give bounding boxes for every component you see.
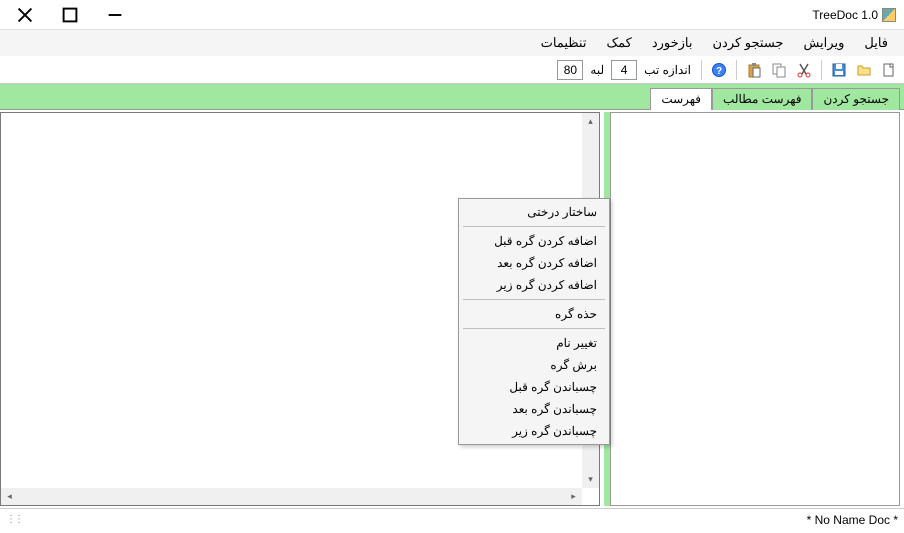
- horizontal-scrollbar[interactable]: ◂ ▸: [1, 488, 582, 505]
- help-icon: ?: [711, 62, 727, 78]
- window-controls: [2, 1, 137, 29]
- app-icon: [882, 8, 896, 22]
- ctx-paste-before[interactable]: چسباندن گره قبل: [461, 376, 607, 398]
- titlebar: TreeDoc 1.0: [0, 0, 904, 30]
- scroll-right-icon[interactable]: ▸: [565, 488, 582, 505]
- tab-index[interactable]: فهرست: [650, 88, 712, 110]
- menu-file[interactable]: فایل: [854, 31, 898, 55]
- side-panel[interactable]: [610, 112, 900, 506]
- minimize-icon: [107, 7, 123, 23]
- copy-button[interactable]: [768, 59, 790, 81]
- toolbar-separator: [821, 60, 822, 80]
- menu-settings[interactable]: تنظیمات: [531, 31, 597, 55]
- save-button[interactable]: [828, 59, 850, 81]
- scroll-down-icon[interactable]: ▾: [582, 471, 599, 488]
- toolbar-separator: [736, 60, 737, 80]
- ctx-rename[interactable]: تغییر نام: [461, 332, 607, 354]
- ctx-add-before[interactable]: اضافه کردن گره قبل: [461, 230, 607, 252]
- new-button[interactable]: [878, 59, 900, 81]
- cut-button[interactable]: [793, 59, 815, 81]
- tabstrip: جستجو کردن فهرست مطالب فهرست: [0, 84, 904, 110]
- workspace: ▴ ▾ ◂ ▸: [0, 110, 904, 508]
- scroll-up-icon[interactable]: ▴: [582, 113, 599, 130]
- menu-search[interactable]: جستجو کردن: [703, 31, 794, 55]
- ctx-paste-below[interactable]: چسباندن گره زیر: [461, 420, 607, 442]
- paste-button[interactable]: [743, 59, 765, 81]
- tabsize-label: اندازه تب: [640, 63, 695, 77]
- menubar: فایل ویرایش جستجو کردن بازخورد کمک تنظیم…: [0, 30, 904, 56]
- help-button[interactable]: ?: [708, 59, 730, 81]
- cut-icon: [796, 62, 812, 78]
- menu-edit[interactable]: ویرایش: [793, 31, 854, 55]
- new-icon: [881, 62, 897, 78]
- ctx-separator: [463, 226, 605, 227]
- ctx-separator: [463, 328, 605, 329]
- ctx-paste-after[interactable]: چسباندن گره بعد: [461, 398, 607, 420]
- margin-input[interactable]: [557, 60, 583, 80]
- open-icon: [856, 62, 872, 78]
- context-menu: ساختار درختی اضافه کردن گره قبل اضافه کر…: [458, 198, 610, 445]
- ctx-add-below[interactable]: اضافه کردن گره زیر: [461, 274, 607, 296]
- toolbar-separator: [701, 60, 702, 80]
- maximize-icon: [62, 7, 78, 23]
- window-title-group: TreeDoc 1.0: [812, 8, 902, 22]
- ctx-tree-structure[interactable]: ساختار درختی: [461, 201, 607, 223]
- ctx-cut[interactable]: برش گره: [461, 354, 607, 376]
- svg-text:?: ?: [716, 66, 722, 77]
- status-doc-name: * No Name Doc *: [807, 513, 898, 527]
- statusbar: ⋮⋮ * No Name Doc *: [0, 508, 904, 530]
- close-button[interactable]: [2, 1, 47, 29]
- save-icon: [831, 62, 847, 78]
- ctx-delete[interactable]: حذه گره: [461, 303, 607, 325]
- tab-toc[interactable]: فهرست مطالب: [712, 88, 812, 110]
- window-title: TreeDoc 1.0: [812, 8, 878, 22]
- paste-icon: [746, 62, 762, 78]
- tabsize-input[interactable]: [611, 60, 637, 80]
- copy-icon: [771, 62, 787, 78]
- resize-grip-icon[interactable]: ⋮⋮: [6, 514, 22, 525]
- open-button[interactable]: [853, 59, 875, 81]
- maximize-button[interactable]: [47, 1, 92, 29]
- close-icon: [17, 7, 33, 23]
- menu-help[interactable]: کمک: [596, 31, 641, 55]
- toolbar: ? اندازه تب لبه: [0, 56, 904, 84]
- margin-label: لبه: [586, 63, 608, 77]
- scroll-left-icon[interactable]: ◂: [1, 488, 18, 505]
- ctx-add-after[interactable]: اضافه کردن گره بعد: [461, 252, 607, 274]
- minimize-button[interactable]: [92, 1, 137, 29]
- ctx-separator: [463, 299, 605, 300]
- menu-feedback[interactable]: بازخورد: [642, 31, 703, 55]
- tab-search[interactable]: جستجو کردن: [812, 88, 900, 110]
